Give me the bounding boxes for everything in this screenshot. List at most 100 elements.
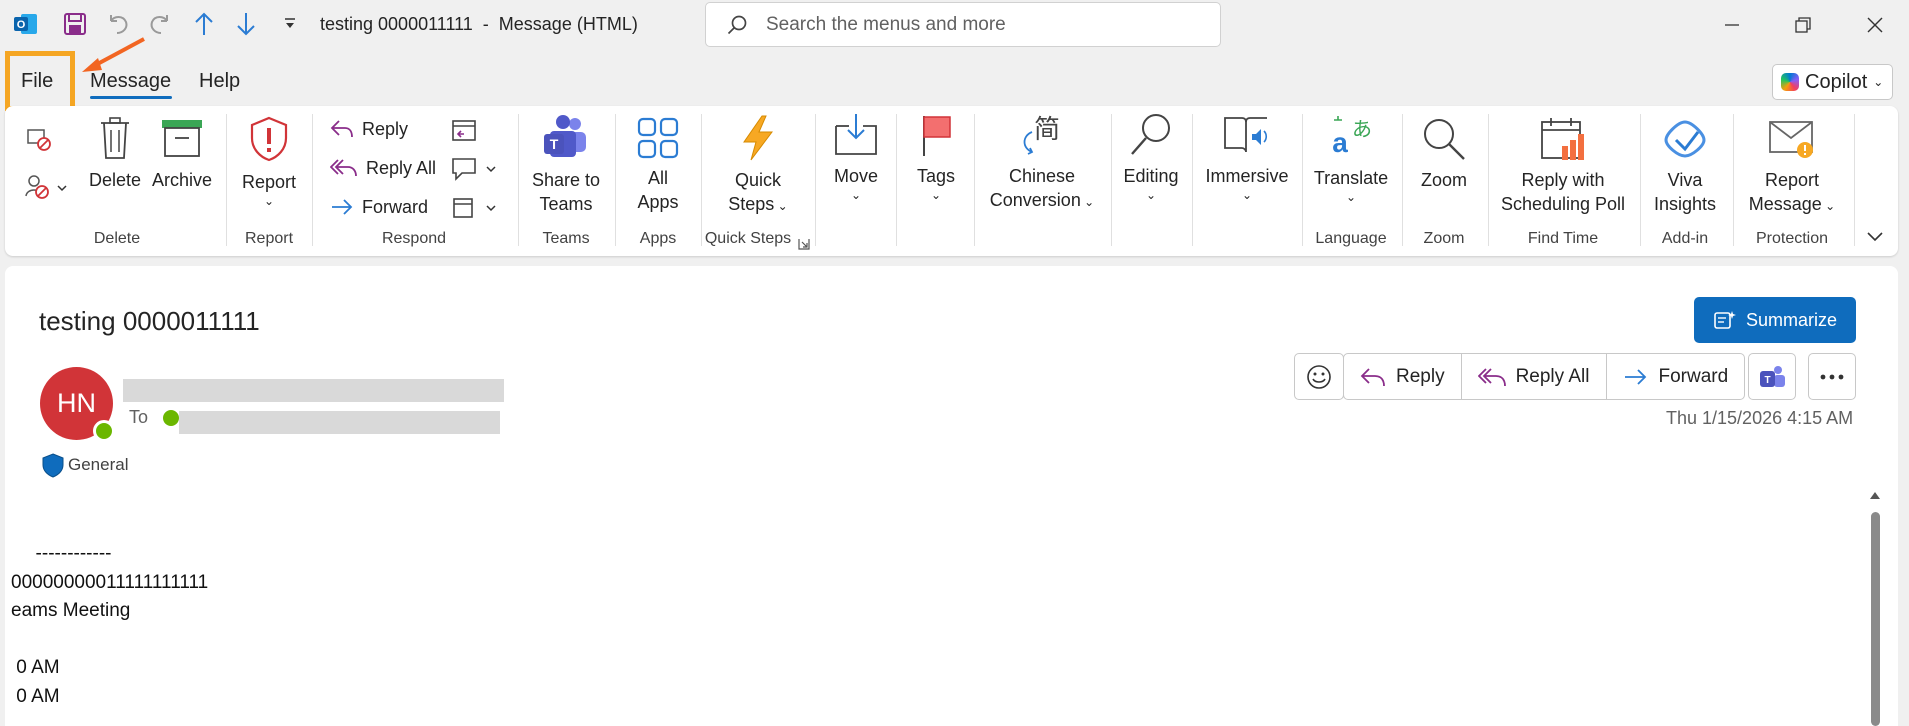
redo-icon[interactable] xyxy=(146,10,174,38)
customize-icon[interactable] xyxy=(276,10,304,38)
chevron-down-icon: ⌄ xyxy=(930,188,942,202)
chinese-conversion-button[interactable]: 简 Chinese Conversion ⌄ xyxy=(986,112,1098,214)
share-to-teams-button[interactable]: T Share to Teams xyxy=(527,114,605,216)
scheduling-poll-label-1: Reply with xyxy=(1521,170,1605,190)
all-apps-button[interactable]: All Apps xyxy=(628,116,688,214)
chevron-down-icon: ⌄ xyxy=(263,194,275,208)
reply-icon xyxy=(330,120,353,138)
junk-button[interactable] xyxy=(24,172,70,208)
svg-text:T: T xyxy=(550,136,559,152)
ignore-button[interactable] xyxy=(24,124,54,160)
teams-icon: T xyxy=(1760,365,1785,387)
reply-with-meeting-button[interactable] xyxy=(450,116,478,150)
archive-button[interactable]: Archive xyxy=(151,118,213,192)
vertical-scrollbar[interactable] xyxy=(1868,488,1882,726)
action-reply-all-button[interactable]: Reply All xyxy=(1462,354,1607,399)
reply-all-button[interactable]: Reply All xyxy=(330,157,436,179)
viva-label-2: Insights xyxy=(1653,194,1717,214)
scrollbar-thumb[interactable] xyxy=(1871,512,1880,726)
translate-button[interactable]: aあ Translate ⌄ xyxy=(1312,114,1390,204)
outlook-icon[interactable]: O xyxy=(12,10,40,38)
editing-button[interactable]: Editing ⌄ xyxy=(1120,112,1182,202)
translate-label: Translate xyxy=(1313,168,1389,188)
teams-chat-button[interactable]: T xyxy=(1748,353,1796,400)
recipient-presence-icon xyxy=(163,410,179,426)
move-button[interactable]: Move ⌄ xyxy=(826,112,886,202)
group-separator xyxy=(1111,114,1112,246)
report-button[interactable]: Report ⌄ xyxy=(240,116,298,208)
undo-icon[interactable] xyxy=(104,10,132,38)
svg-text:简: 简 xyxy=(1034,115,1060,145)
calendar-more-icon xyxy=(453,198,496,218)
dialog-launcher-icon[interactable] xyxy=(797,233,811,257)
save-icon[interactable] xyxy=(61,10,89,38)
ignore-icon xyxy=(27,129,51,151)
chevron-down-icon: ⌄ xyxy=(850,188,862,202)
delete-button[interactable]: Delete xyxy=(88,116,142,192)
tab-message[interactable]: Message xyxy=(90,70,171,93)
action-forward-button[interactable]: Forward xyxy=(1607,354,1745,399)
group-separator xyxy=(1733,114,1734,246)
tab-help[interactable]: Help xyxy=(199,70,240,93)
tags-label: Tags xyxy=(916,166,956,186)
minimize-button[interactable] xyxy=(1717,10,1747,40)
immersive-reader-button[interactable]: Immersive ⌄ xyxy=(1200,112,1294,202)
quick-steps-button[interactable]: Quick Steps ⌄ xyxy=(716,114,800,218)
more-respond-button[interactable] xyxy=(450,194,498,228)
react-button[interactable] xyxy=(1294,353,1344,400)
action-reply-button[interactable]: Reply xyxy=(1344,354,1462,399)
group-label-teams: Teams xyxy=(542,230,590,247)
close-button[interactable] xyxy=(1860,10,1890,40)
immersive-reader-icon xyxy=(1224,117,1268,153)
copilot-button[interactable]: Copilot ⌄ xyxy=(1772,64,1893,100)
quick-steps-label-2: Steps ⌄ xyxy=(728,194,788,214)
svg-text:あ: あ xyxy=(1352,117,1372,141)
chinese-label-2: Conversion ⌄ xyxy=(989,190,1095,210)
reply-button[interactable]: Reply xyxy=(330,118,408,140)
forward-button[interactable]: Forward xyxy=(330,196,428,218)
group-separator xyxy=(518,114,519,246)
meeting-reply-icon xyxy=(452,120,476,141)
group-separator xyxy=(1402,114,1403,246)
ribbon-expand-button[interactable] xyxy=(1866,226,1884,250)
sensitivity-shield-icon xyxy=(41,452,65,483)
report-message-icon xyxy=(1769,121,1813,158)
search-input[interactable]: Search the menus and more xyxy=(705,2,1221,47)
group-label-quick-steps: Quick Steps xyxy=(704,230,792,247)
im-reply-button[interactable] xyxy=(450,155,498,189)
group-label-add-in: Add-in xyxy=(1661,230,1709,247)
svg-text:O: O xyxy=(17,19,26,31)
zoom-button[interactable]: Zoom xyxy=(1412,116,1476,192)
chat-reply-icon xyxy=(452,158,496,181)
reply-all-icon xyxy=(330,159,357,177)
action-reply-all-label: Reply All xyxy=(1515,365,1590,387)
scroll-up-icon[interactable] xyxy=(1868,488,1882,502)
up-arrow-icon[interactable] xyxy=(190,10,218,38)
sensitivity-label: General xyxy=(68,455,129,474)
chinese-label-1: Chinese xyxy=(1008,166,1076,186)
report-message-button[interactable]: Report Message ⌄ xyxy=(1744,116,1840,218)
group-separator xyxy=(815,114,816,246)
group-label-find-time: Find Time xyxy=(1527,230,1599,247)
forward-icon xyxy=(332,199,353,215)
reply-with-scheduling-poll-button[interactable]: Reply with Scheduling Poll xyxy=(1496,116,1630,216)
summarize-button[interactable]: Summarize xyxy=(1694,297,1856,343)
sender-name-redacted xyxy=(123,379,504,402)
group-label-zoom: Zoom xyxy=(1423,230,1465,247)
viva-insights-button[interactable]: Viva Insights xyxy=(1652,116,1718,216)
group-label-language: Language xyxy=(1315,230,1387,247)
tags-button[interactable]: Tags ⌄ xyxy=(910,112,962,202)
more-actions-button[interactable] xyxy=(1808,353,1856,400)
reply-all-label: Reply All xyxy=(366,157,437,178)
reply-icon xyxy=(1360,367,1385,386)
viva-label-1: Viva xyxy=(1667,170,1703,190)
message-date: Thu 1/15/2026 4:15 AM xyxy=(1666,408,1854,428)
translate-icon: aあ xyxy=(1332,116,1372,158)
body-line: 00000000011111111111 xyxy=(11,572,209,593)
group-separator xyxy=(1640,114,1641,246)
tab-file[interactable]: File xyxy=(21,70,53,93)
restore-button[interactable] xyxy=(1788,10,1818,40)
action-reply-label: Reply xyxy=(1396,365,1445,387)
viva-insights-icon xyxy=(1664,120,1706,158)
down-arrow-icon[interactable] xyxy=(232,10,260,38)
